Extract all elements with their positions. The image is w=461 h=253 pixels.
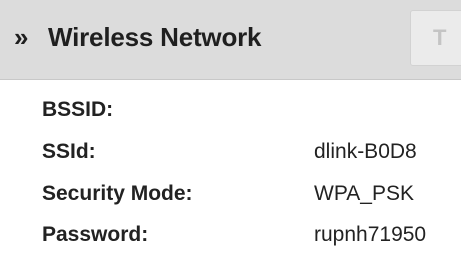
row-password: Password: rupnh71950 xyxy=(0,215,461,253)
panel-header: » Wireless Network T xyxy=(0,0,461,80)
row-ssid: SSId: dlink-B0D8 xyxy=(0,132,461,172)
panel-title: Wireless Network xyxy=(48,22,262,52)
password-label: Password: xyxy=(42,223,149,246)
ssid-value: dlink-B0D8 xyxy=(314,140,417,163)
bssid-label: BSSID: xyxy=(42,98,114,121)
security-mode-label: Security Mode: xyxy=(42,182,193,205)
row-security-mode: Security Mode: WPA_PSK xyxy=(0,174,461,214)
row-bssid: BSSID: xyxy=(0,90,461,130)
double-chevron-right-icon[interactable]: » xyxy=(14,22,28,52)
wireless-info-list: BSSID: SSId: dlink-B0D8 Security Mode: W… xyxy=(0,80,461,253)
header-tab-label: T xyxy=(433,25,447,50)
password-value: rupnh71950 xyxy=(314,223,427,246)
security-mode-value: WPA_PSK xyxy=(314,182,414,205)
wireless-network-panel: » Wireless Network T BSSID: SSId: dlink-… xyxy=(0,0,461,253)
ssid-label: SSId: xyxy=(42,140,96,163)
header-tab-button[interactable]: T xyxy=(410,10,461,66)
